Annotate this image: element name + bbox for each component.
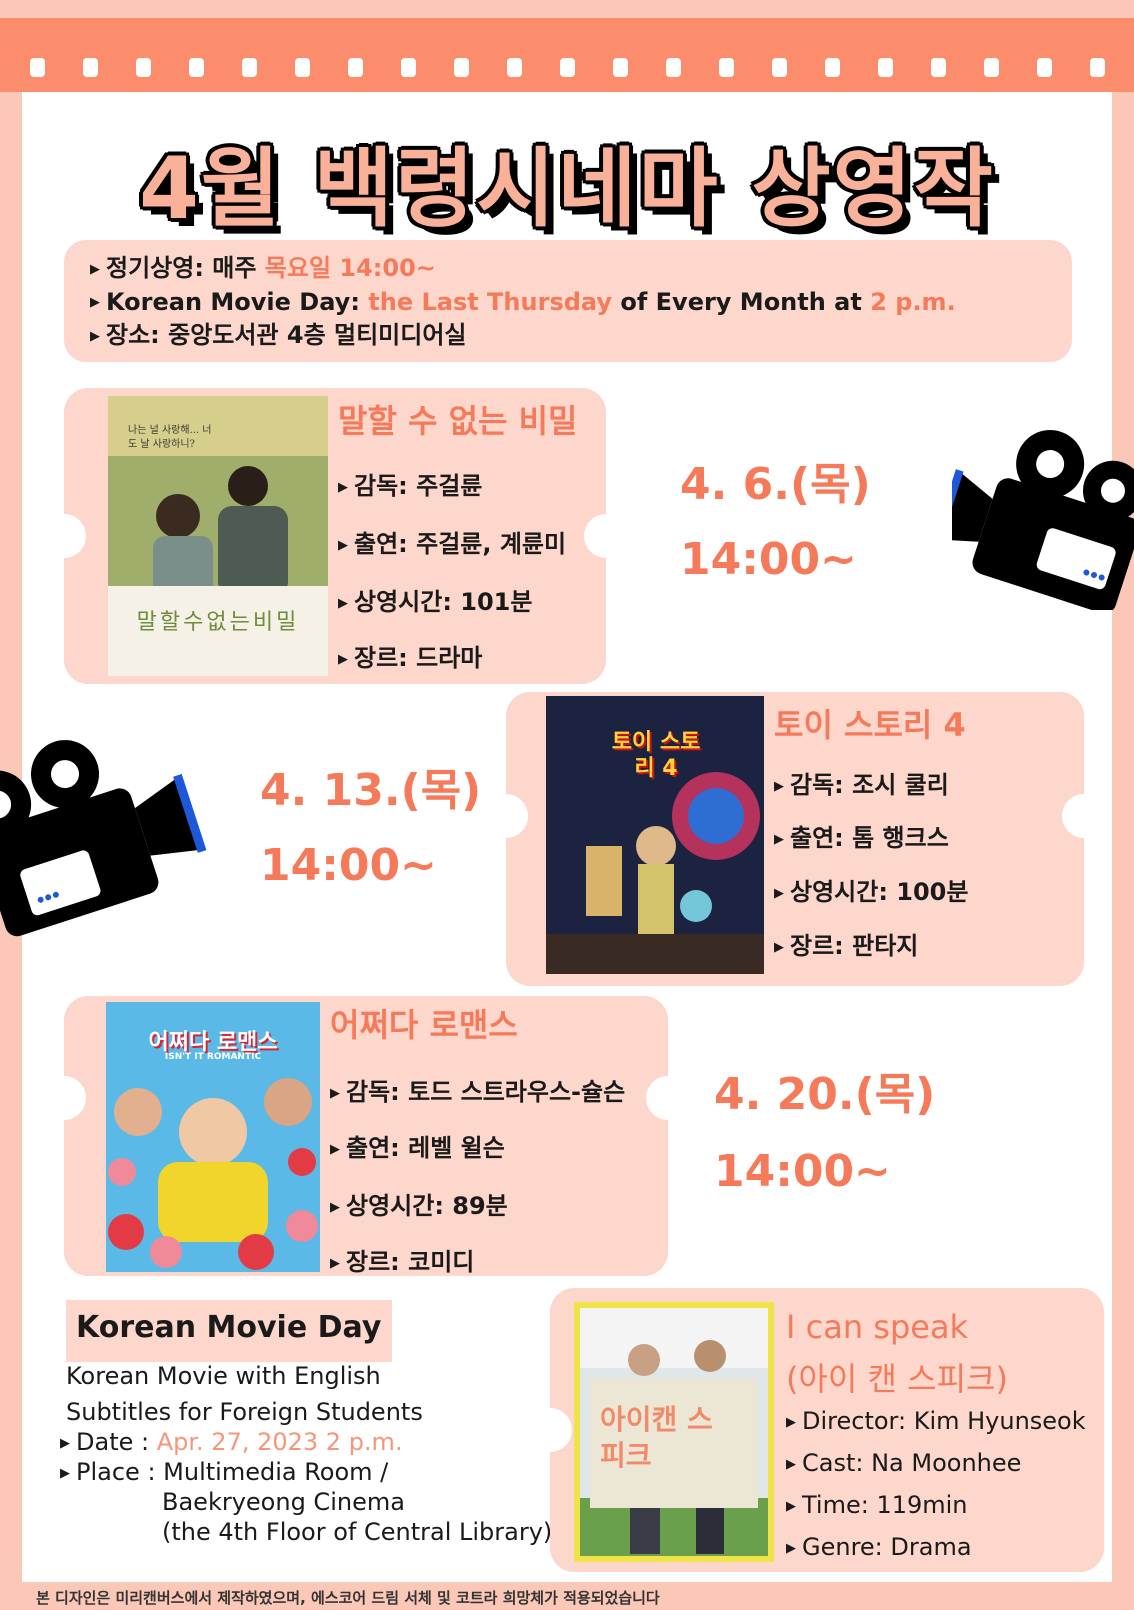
movie-4-director: ▶ Director: Kim Hyunseok: [786, 1407, 1086, 1435]
movie-1-date: 4. 6.(목): [680, 459, 871, 510]
movie-4-cast: ▶ Cast: Na Moonhee: [786, 1449, 1022, 1477]
film-hole: [666, 58, 681, 77]
movie-1-runtime: ▶ 상영시간: 101분: [338, 588, 533, 616]
page-title: 4월 백령시네마 상영작: [139, 139, 995, 239]
info-regular-screening: ▶ 정기상영: 매주 목요일 14:00~: [90, 254, 436, 282]
kmd-date: ▶ Date : Apr. 27, 2023 2 p.m.: [60, 1428, 403, 1456]
film-hole: [772, 58, 787, 77]
film-hole: [30, 58, 45, 77]
poster-2-title: 토이 스토리 4: [611, 730, 701, 781]
movie-1-time: 14:00~: [680, 534, 857, 585]
camera-icon: [0, 740, 207, 937]
camera-icon: [952, 430, 1134, 610]
film-hole: [136, 58, 151, 77]
film-hole: [242, 58, 257, 77]
movie-2-title: 토이 스토리 4: [774, 706, 966, 744]
poster-1-title: 말할수없는비밀: [136, 610, 300, 635]
info-location: ▶ 장소: 중앙도서관 4층 멀티미디어실: [90, 321, 467, 349]
poster-4-title: 아이캔 스피크: [600, 1403, 713, 1472]
movie-3-director: ▶ 감독: 토드 스트라우스-슐슨: [330, 1078, 626, 1106]
movie-3-cast: ▶ 출연: 레벨 윌슨: [330, 1134, 505, 1162]
film-hole: [454, 58, 469, 77]
film-hole: [295, 58, 310, 77]
film-hole: [401, 58, 416, 77]
movie-2-cast: ▶ 출연: 톰 행크스: [774, 824, 949, 852]
poster-1: 나는 널 사랑해... 너도 날 사랑하니? 말할수없는비밀: [108, 396, 328, 676]
movie-2-runtime: ▶ 상영시간: 100분: [774, 878, 969, 906]
movie-3-time: 14:00~: [714, 1146, 891, 1197]
film-hole: [825, 58, 840, 77]
kmd-place-3: (the 4th Floor of Central Library): [162, 1518, 553, 1546]
korean-movie-day-heading: Korean Movie Day: [66, 1300, 392, 1362]
movie-2-time: 14:00~: [260, 840, 437, 891]
movie-4-title: I can speak: [786, 1308, 969, 1346]
poster-3: 어쩌다 로맨스 ISN'T IT ROMANTIC: [106, 1002, 320, 1272]
movie-4-runtime: ▶ Time: 119min: [786, 1491, 968, 1519]
film-hole: [560, 58, 575, 77]
film-hole: [984, 58, 999, 77]
film-hole: [1090, 58, 1105, 77]
info-box: ▶ 정기상영: 매주 목요일 14:00~ ▶ Korean Movie Day: …: [64, 240, 1072, 362]
film-hole: [613, 58, 628, 77]
info-korean-movie-day: ▶ Korean Movie Day: the Last Thursday of …: [90, 287, 956, 316]
movie-1-genre: ▶ 장르: 드라마: [338, 644, 483, 672]
movie-2-genre: ▶ 장르: 판타지: [774, 932, 919, 960]
kmd-place-2: Baekryeong Cinema: [162, 1488, 405, 1516]
film-hole: [1037, 58, 1052, 77]
movie-3-genre: ▶ 장르: 코미디: [330, 1248, 475, 1276]
movie-4-title-korean: (아이 캔 스피크): [786, 1360, 1008, 1398]
movie-1-title: 말할 수 없는 비밀: [338, 402, 578, 440]
kmd-description-1: Korean Movie with English: [66, 1362, 381, 1390]
movie-1-director: ▶ 감독: 주걸륜: [338, 472, 483, 500]
poster-2: 토이 스토리 4: [546, 696, 764, 974]
poster-3-subtitle: ISN'T IT ROMANTIC: [164, 1052, 262, 1062]
movie-3-title: 어쩌다 로맨스: [330, 1006, 518, 1044]
film-hole: [83, 58, 98, 77]
movie-4-genre: ▶ Genre: Drama: [786, 1533, 972, 1561]
movie-2-date: 4. 13.(목): [260, 765, 482, 816]
film-hole: [931, 58, 946, 77]
kmd-place: ▶ Place : Multimedia Room /: [60, 1458, 389, 1486]
poster-1-tagline: 나는 널 사랑해... 너도 날 사랑하니?: [128, 425, 212, 450]
kmd-description-2: Subtitles for Foreign Students: [66, 1398, 423, 1426]
poster-4: 아이캔 스피크: [574, 1302, 774, 1562]
movie-3-runtime: ▶ 상영시간: 89분: [330, 1192, 508, 1220]
movie-1-cast: ▶ 출연: 주걸륜, 계륜미: [338, 530, 567, 558]
film-hole: [719, 58, 734, 77]
footer-credit: 본 디자인은 미리캔버스에서 제작하였으며, 에스코어 드림 서체 및 코트라 …: [36, 1589, 660, 1607]
film-hole: [507, 58, 522, 77]
film-hole: [189, 58, 204, 77]
film-strip: [0, 18, 1134, 92]
film-hole: [348, 58, 363, 77]
movie-2-director: ▶ 감독: 조시 쿨리: [774, 771, 949, 799]
movie-3-date: 4. 20.(목): [714, 1069, 936, 1120]
film-hole: [878, 58, 893, 77]
